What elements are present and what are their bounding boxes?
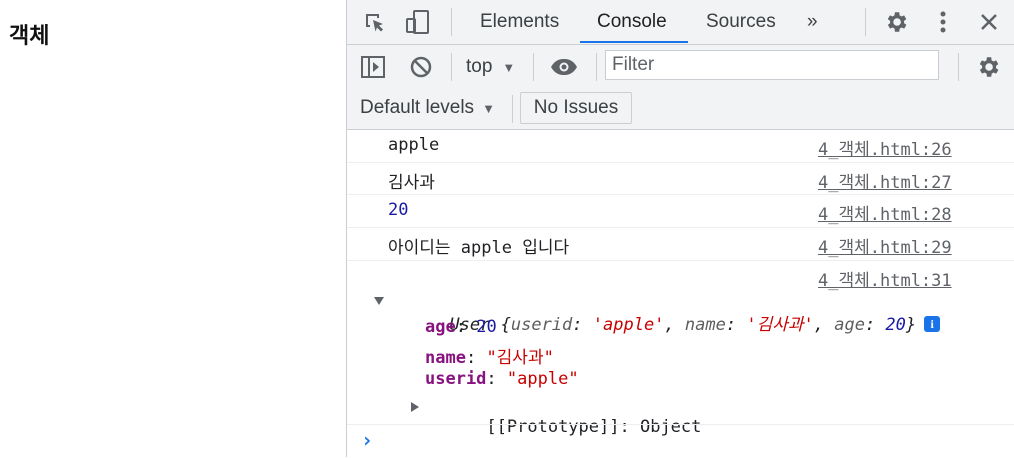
tab-elements[interactable]: Elements bbox=[480, 0, 559, 44]
collapsed-triangle-icon[interactable] bbox=[411, 402, 419, 412]
property-value: "apple" bbox=[506, 369, 579, 389]
console-settings-gear-icon[interactable] bbox=[974, 53, 1002, 81]
tabbar-divider bbox=[865, 8, 866, 36]
clear-console-icon[interactable] bbox=[407, 53, 435, 81]
summary-key: age bbox=[834, 315, 865, 335]
object-property: userid: "apple" bbox=[425, 369, 579, 389]
eye-icon[interactable] bbox=[548, 53, 580, 81]
prompt-chevron-icon: › bbox=[361, 428, 374, 452]
caret-down-icon: ▼ bbox=[482, 100, 495, 116]
issues-button[interactable]: No Issues bbox=[520, 92, 632, 124]
toolbar-divider bbox=[451, 53, 452, 81]
summary-key: userid bbox=[510, 315, 573, 335]
more-tabs-button[interactable]: » bbox=[807, 0, 818, 44]
console-message: 20 4_객체.html:28 bbox=[347, 195, 1014, 228]
property-key: age bbox=[425, 317, 456, 337]
summary-value: 'apple' bbox=[592, 315, 665, 335]
toolbar-divider bbox=[512, 95, 513, 123]
filter-input[interactable] bbox=[605, 50, 939, 80]
toolbar-divider bbox=[596, 53, 597, 81]
page-title: 객체 bbox=[9, 24, 50, 49]
context-label: top bbox=[466, 56, 493, 77]
toolbar-divider bbox=[958, 53, 959, 81]
device-toggle-icon[interactable] bbox=[403, 8, 433, 36]
inspect-icon[interactable] bbox=[361, 10, 389, 36]
console-toolbar: top ▼ Default levels ▼ No Issues bbox=[347, 45, 1014, 130]
object-property: age: 20 bbox=[425, 317, 497, 337]
source-link[interactable]: 4_객체.html:27 bbox=[818, 168, 952, 193]
console-output: apple 4_객체.html:26 김사과 4_객체.html:27 20 4… bbox=[347, 130, 1014, 457]
context-selector[interactable]: top ▼ bbox=[466, 53, 515, 81]
log-levels-label: Default levels bbox=[360, 97, 475, 118]
source-link[interactable]: 4_객체.html:26 bbox=[818, 135, 952, 160]
tabbar-divider bbox=[451, 8, 452, 36]
summary-value: 20 bbox=[885, 315, 906, 335]
source-link[interactable]: 4_객체.html:29 bbox=[818, 233, 952, 258]
active-tab-indicator bbox=[580, 41, 688, 43]
log-levels-dropdown[interactable]: Default levels ▼ bbox=[360, 93, 495, 123]
kebab-menu-icon[interactable] bbox=[930, 8, 956, 36]
close-icon[interactable] bbox=[975, 8, 1003, 36]
property-key: name bbox=[425, 348, 466, 368]
console-message: 김사과 4_객체.html:27 bbox=[347, 163, 1014, 195]
console-prompt-row: › bbox=[347, 424, 1014, 458]
devtools-panel: Elements Console Sources » top ▼ Filter … bbox=[346, 0, 1014, 457]
source-link[interactable]: 4_객체.html:28 bbox=[818, 200, 952, 225]
message-text: apple bbox=[388, 135, 440, 155]
property-value: "김사과" bbox=[486, 348, 554, 368]
summary-key: name bbox=[684, 315, 726, 335]
toolbar-divider bbox=[533, 53, 534, 81]
source-link[interactable]: 4_객체.html:31 bbox=[818, 266, 952, 291]
message-number: 20 bbox=[388, 200, 409, 220]
console-input[interactable] bbox=[387, 429, 991, 455]
expanded-triangle-icon[interactable] bbox=[374, 297, 384, 305]
property-value: 20 bbox=[476, 317, 497, 337]
settings-gear-icon[interactable] bbox=[882, 8, 910, 36]
message-text: 김사과 bbox=[388, 173, 435, 193]
object-property: name: "김사과" bbox=[425, 348, 554, 368]
info-icon[interactable]: i bbox=[924, 316, 941, 332]
console-message: 아이디는 apple 입니다 4_객체.html:29 bbox=[347, 228, 1014, 261]
console-message: apple 4_객체.html:26 bbox=[347, 130, 1014, 163]
message-text: 아이디는 apple 입니다 bbox=[388, 238, 570, 258]
tab-sources[interactable]: Sources bbox=[706, 0, 776, 44]
property-key: userid bbox=[425, 369, 487, 389]
caret-down-icon: ▼ bbox=[502, 59, 516, 75]
sidebar-toggle-icon[interactable] bbox=[359, 53, 387, 81]
tab-console[interactable]: Console bbox=[597, 0, 667, 44]
devtools-tabbar: Elements Console Sources » bbox=[347, 0, 1014, 45]
summary-value: '김사과' bbox=[746, 315, 814, 335]
